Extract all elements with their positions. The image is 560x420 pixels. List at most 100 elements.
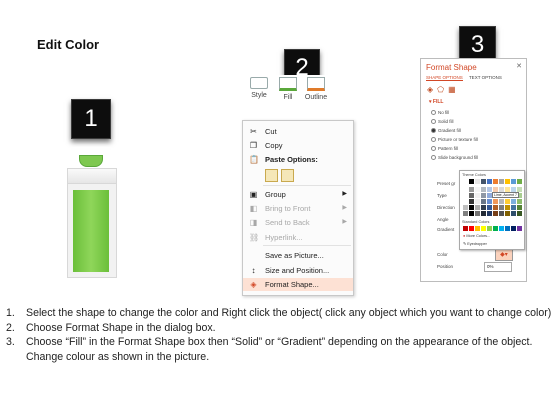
fill-line-icon[interactable]: ◈ [427,85,437,94]
shape-green-cap[interactable] [79,155,103,167]
standard-color-swatch[interactable] [463,226,468,231]
color-swatch[interactable] [517,179,522,184]
option-no-fill[interactable]: No fill [431,110,449,116]
color-swatch[interactable] [469,205,474,210]
option-picture-fill[interactable]: Picture or texture fill [431,137,478,143]
color-swatch[interactable] [463,199,468,204]
label-direction: Direction [437,205,455,210]
option-solid-fill[interactable]: Solid fill [431,119,454,125]
color-swatch[interactable] [499,199,504,204]
color-swatch[interactable] [517,205,522,210]
color-swatch[interactable] [505,205,510,210]
menu-item-cut[interactable]: ✂ Cut [243,125,353,138]
color-swatch[interactable] [505,179,510,184]
color-tooltip: Lime, Accent 7 [492,192,519,198]
ribbon-fill[interactable]: Fill [278,77,298,101]
color-swatch[interactable] [481,211,486,216]
color-swatch[interactable] [475,179,480,184]
color-swatch[interactable] [487,199,492,204]
color-swatch[interactable] [463,193,468,198]
label-type: Type [437,193,447,198]
color-swatch[interactable] [469,187,474,192]
color-swatch[interactable] [499,205,504,210]
color-swatch[interactable] [505,211,510,216]
menu-item-copy[interactable]: ❐ Copy [243,139,353,152]
green-bar-shape[interactable] [73,190,109,272]
eyedropper-item[interactable]: ✎ Eyedropper [463,241,487,246]
color-swatch[interactable] [517,211,522,216]
standard-color-swatch[interactable] [499,226,504,231]
color-swatch[interactable] [493,179,498,184]
color-swatch[interactable] [517,199,522,204]
color-swatch[interactable] [487,179,492,184]
option-pattern-fill[interactable]: Pattern fill [431,146,458,152]
color-swatch[interactable] [469,211,474,216]
color-swatch[interactable] [511,179,516,184]
color-swatch[interactable] [493,211,498,216]
color-swatch[interactable] [463,179,468,184]
color-swatch[interactable] [499,179,504,184]
color-swatch[interactable] [475,205,480,210]
menu-item-hyperlink[interactable]: ⛓ Hyperlink... [243,231,353,244]
standard-color-swatch[interactable] [475,226,480,231]
menu-item-format-shape[interactable]: ◈ Format Shape... [243,278,353,291]
menu-item-size-and-position[interactable]: ↕ Size and Position... [243,264,353,277]
effects-icon[interactable]: ⬠ [437,85,448,94]
more-colors-item[interactable]: ● More Colors... [463,234,490,238]
color-swatch[interactable] [481,199,486,204]
option-gradient-fill[interactable]: Gradient fill [431,128,461,134]
option-slide-background-fill[interactable]: Slide background fill [431,155,478,161]
instructions-list: 1. Select the shape to change the color … [6,306,554,364]
close-icon[interactable]: ✕ [516,62,522,70]
position-field[interactable]: 0% [484,262,512,272]
menu-item-send-to-back[interactable]: ◨ Send to Back ▶ [243,216,353,229]
menu-item-save-as-picture[interactable]: Save as Picture... [243,249,353,262]
standard-color-swatch[interactable] [469,226,474,231]
menu-item-group[interactable]: ▣ Group ▶ [243,188,353,201]
standard-color-swatch[interactable] [511,226,516,231]
standard-color-swatch[interactable] [517,226,522,231]
color-swatch[interactable] [511,211,516,216]
color-dropdown-button[interactable]: ◆▾ [495,249,513,261]
paste-icon: 📋 [249,155,259,164]
color-swatch[interactable] [493,205,498,210]
ribbon-style[interactable]: Style [248,77,270,99]
radio-icon [431,137,436,143]
tab-text-options[interactable]: TEXT OPTIONS [469,75,502,80]
color-swatch[interactable] [475,199,480,204]
color-swatch[interactable] [505,199,510,204]
color-swatch[interactable] [481,205,486,210]
color-swatch[interactable] [475,187,480,192]
standard-color-swatch[interactable] [505,226,510,231]
paste-picture-icon[interactable] [281,169,294,182]
color-swatch[interactable] [487,211,492,216]
color-swatch[interactable] [469,199,474,204]
ribbon-outline[interactable]: Outline [302,77,330,101]
size-properties-icon[interactable]: ▦ [448,85,460,94]
color-swatch[interactable] [463,205,468,210]
menu-item-bring-to-front[interactable]: ◧ Bring to Front ▶ [243,202,353,215]
color-swatch[interactable] [499,211,504,216]
paste-keep-source-icon[interactable] [265,169,278,182]
color-swatch[interactable] [463,211,468,216]
color-swatch[interactable] [481,187,486,192]
color-swatch[interactable] [511,199,516,204]
mini-toolbar: Style Fill Outline [248,75,333,115]
standard-color-swatch[interactable] [493,226,498,231]
color-swatch[interactable] [469,193,474,198]
color-swatch[interactable] [493,199,498,204]
color-swatch[interactable] [469,179,474,184]
color-swatch[interactable] [481,193,486,198]
standard-color-swatch[interactable] [487,226,492,231]
tab-shape-options[interactable]: SHAPE OPTIONS [426,75,463,81]
fill-section-header[interactable]: ▾ FILL [429,99,443,105]
radio-icon [431,146,436,152]
color-swatch[interactable] [475,211,480,216]
standard-color-swatch[interactable] [481,226,486,231]
menu-item-paste-options: 📋 Paste Options: [249,155,318,164]
color-swatch[interactable] [481,179,486,184]
color-swatch[interactable] [463,187,468,192]
color-swatch[interactable] [487,205,492,210]
color-swatch[interactable] [511,205,516,210]
color-swatch[interactable] [475,193,480,198]
